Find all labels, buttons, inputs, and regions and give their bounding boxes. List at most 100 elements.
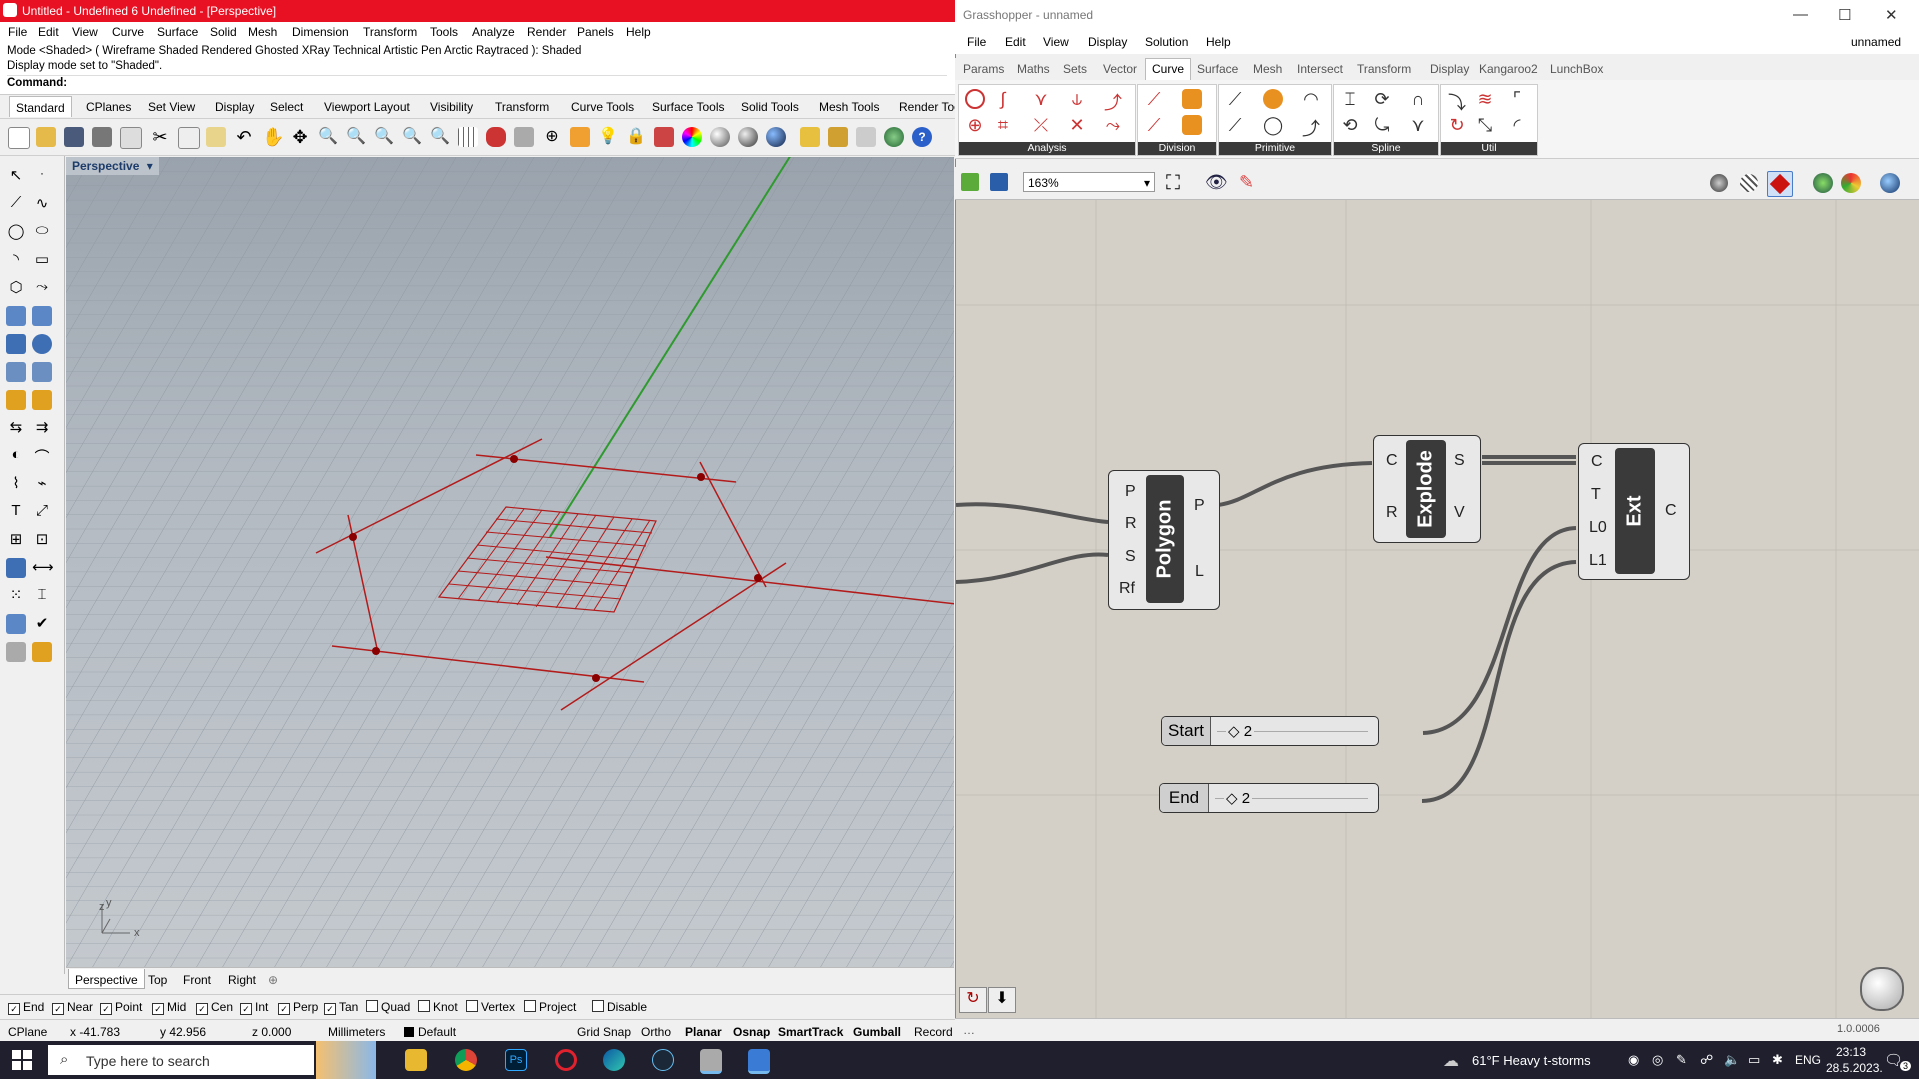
add-viewport-tab-icon[interactable]: ⊕ <box>268 973 278 987</box>
gh-menu-file[interactable]: File <box>967 35 986 49</box>
taskbar-search-box[interactable]: ⌕ Type here to search <box>48 1041 376 1079</box>
dimension-tool-icon[interactable]: ⟷ <box>32 558 54 578</box>
gh-tab-lunchbox[interactable]: LunchBox <box>1550 62 1603 76</box>
gh-menu-view[interactable]: View <box>1043 35 1069 49</box>
tray-network-icon[interactable]: ☍ <box>1700 1052 1713 1068</box>
edge-icon[interactable] <box>603 1049 625 1071</box>
curve-closest-point-icon[interactable]: ⋎ <box>1031 89 1051 109</box>
solid-sphere-icon[interactable] <box>32 334 52 354</box>
zoom-selected-icon[interactable]: 🔍 <box>402 127 422 147</box>
check-icon[interactable]: ✔ <box>32 614 52 634</box>
toolbar-tab-select[interactable]: Select <box>270 100 303 114</box>
object-properties-icon[interactable] <box>514 127 534 147</box>
fillet-icon[interactable]: ⌒ <box>32 446 52 466</box>
render-light-icon[interactable] <box>6 390 26 410</box>
toolbar-tab-render-tools[interactable]: Render Tools <box>899 100 955 114</box>
output-pin[interactable]: V <box>1454 504 1465 522</box>
surface-analysis-icon[interactable] <box>6 614 26 634</box>
rectangle-icon[interactable]: ▭ <box>32 250 52 270</box>
curve-length-icon[interactable]: ⤴ <box>1103 89 1123 113</box>
toolbar-tab-surface-tools[interactable]: Surface Tools <box>652 100 725 114</box>
pan-hand-icon[interactable]: ✋ <box>262 127 284 147</box>
toolbar-tab-viewport-layout[interactable]: Viewport Layout <box>324 100 410 114</box>
window-taskbar-icon[interactable] <box>748 1049 770 1074</box>
photoshop-icon[interactable]: Ps <box>505 1049 527 1071</box>
shaded-sphere-icon[interactable] <box>710 127 730 147</box>
layer-indicator[interactable]: Default <box>404 1025 456 1039</box>
windows-start-icon[interactable] <box>12 1050 32 1070</box>
start-slider[interactable]: Start ◇ 2 <box>1161 716 1379 746</box>
polyline-icon[interactable]: ⟋ <box>6 194 26 214</box>
input-pin[interactable]: S <box>1125 548 1136 566</box>
toolbar-tab-visibility[interactable]: Visibility <box>430 100 473 114</box>
command-prompt[interactable]: Command: <box>7 75 947 91</box>
steam-icon[interactable] <box>652 1049 674 1071</box>
canvas-navigation-widget-icon[interactable] <box>1860 967 1904 1011</box>
toolbar-tab-set-view[interactable]: Set View <box>148 100 195 114</box>
toolbar-tab-mesh-tools[interactable]: Mesh Tools <box>819 100 879 114</box>
gh-tab-vector[interactable]: Vector <box>1103 62 1137 76</box>
close-icon[interactable]: ✕ <box>1885 6 1898 24</box>
interpolate-icon[interactable]: ⟳ <box>1372 89 1392 109</box>
tangent-curve-icon[interactable]: ⤿ <box>1372 115 1392 135</box>
input-pin[interactable]: Rf <box>1119 580 1135 598</box>
toolbar-tab-transform[interactable]: Transform <box>495 100 549 114</box>
drafting-icon[interactable] <box>32 390 52 410</box>
curve-tangent-icon[interactable]: ⤫ <box>1031 115 1051 135</box>
gh-tab-params[interactable]: Params <box>963 62 1004 76</box>
osnap-disable[interactable]: Disable <box>592 1000 647 1014</box>
print-icon[interactable] <box>92 127 112 147</box>
arc-sed-icon[interactable]: ⤴ <box>1301 115 1321 139</box>
input-pin[interactable]: R <box>1125 515 1137 533</box>
line-icon[interactable]: ⟋ <box>1225 89 1245 109</box>
tray-bluetooth-icon[interactable]: ✱ <box>1772 1052 1783 1068</box>
zoom-window-icon[interactable]: 🔍 <box>346 127 366 147</box>
bake-icon[interactable] <box>1813 173 1833 193</box>
menu-mesh[interactable]: Mesh <box>248 25 277 39</box>
toolbar-tab-cplanes[interactable]: CPlanes <box>86 100 131 114</box>
ellipse-icon[interactable]: ⬭ <box>32 222 52 242</box>
text-icon[interactable]: T <box>6 502 26 522</box>
gh-tab-kangaroo2[interactable]: Kangaroo2 <box>1479 62 1538 76</box>
group-icon[interactable]: ⊞ <box>6 530 26 550</box>
surface-icon[interactable] <box>6 306 26 326</box>
preview-mesh-quality-icon[interactable] <box>1841 173 1861 193</box>
output-pin[interactable]: S <box>1454 452 1465 470</box>
extend-curve-component[interactable]: Ext C T L0 L1 C <box>1578 443 1690 580</box>
array-icon[interactable]: ⁙ <box>6 586 26 606</box>
mesh-icon[interactable] <box>6 362 26 382</box>
gh-tab-transform[interactable]: Transform <box>1357 62 1411 76</box>
menu-dimension[interactable]: Dimension <box>292 25 349 39</box>
shatter-icon[interactable] <box>1182 115 1202 135</box>
gh-menu-help[interactable]: Help <box>1206 35 1231 49</box>
gh-tab-curve[interactable]: Curve <box>1145 58 1192 80</box>
preview-shaded-icon[interactable] <box>1740 174 1758 192</box>
output-pin[interactable]: P <box>1194 497 1205 515</box>
options-gear-icon[interactable] <box>828 127 848 147</box>
toolbar-tab-solid-tools[interactable]: Solid Tools <box>741 100 799 114</box>
document-preview-settings-icon[interactable] <box>1880 173 1900 193</box>
save-icon[interactable] <box>64 127 84 147</box>
cplane-icon[interactable]: ⊕ <box>542 127 562 147</box>
ribbon-group-label[interactable]: Spline <box>1334 142 1438 155</box>
render-icon[interactable] <box>766 127 786 147</box>
clock-date[interactable]: 28.5.2023. <box>1826 1061 1883 1075</box>
divide-curve-icon[interactable]: ⟋ <box>1144 89 1164 109</box>
menu-solid[interactable]: Solid <box>210 25 237 39</box>
ribbon-group-label[interactable]: Division <box>1138 142 1216 155</box>
osnap-cen[interactable]: ✓ Cen <box>196 1000 233 1015</box>
nurbs-curve-icon[interactable]: ∩ <box>1408 89 1428 109</box>
ribbon-group-label[interactable]: Analysis <box>959 142 1135 155</box>
file-explorer-icon[interactable] <box>405 1049 427 1071</box>
gh-tab-display[interactable]: Display <box>1430 62 1469 76</box>
polygon-icon[interactable]: ⬡ <box>6 278 26 298</box>
curve-bounds-icon[interactable]: ⌗ <box>993 115 1013 135</box>
gumball-toggle[interactable]: Gumball <box>853 1025 901 1039</box>
gh-tab-intersect[interactable]: Intersect <box>1297 62 1343 76</box>
output-pin[interactable]: C <box>1665 502 1677 520</box>
zoom-all-icon[interactable]: 🔍 <box>430 127 450 147</box>
output-pin[interactable]: L <box>1195 563 1204 581</box>
menu-transform[interactable]: Transform <box>363 25 417 39</box>
solid-tools-icon[interactable] <box>6 558 26 578</box>
paste-icon[interactable] <box>206 127 226 147</box>
